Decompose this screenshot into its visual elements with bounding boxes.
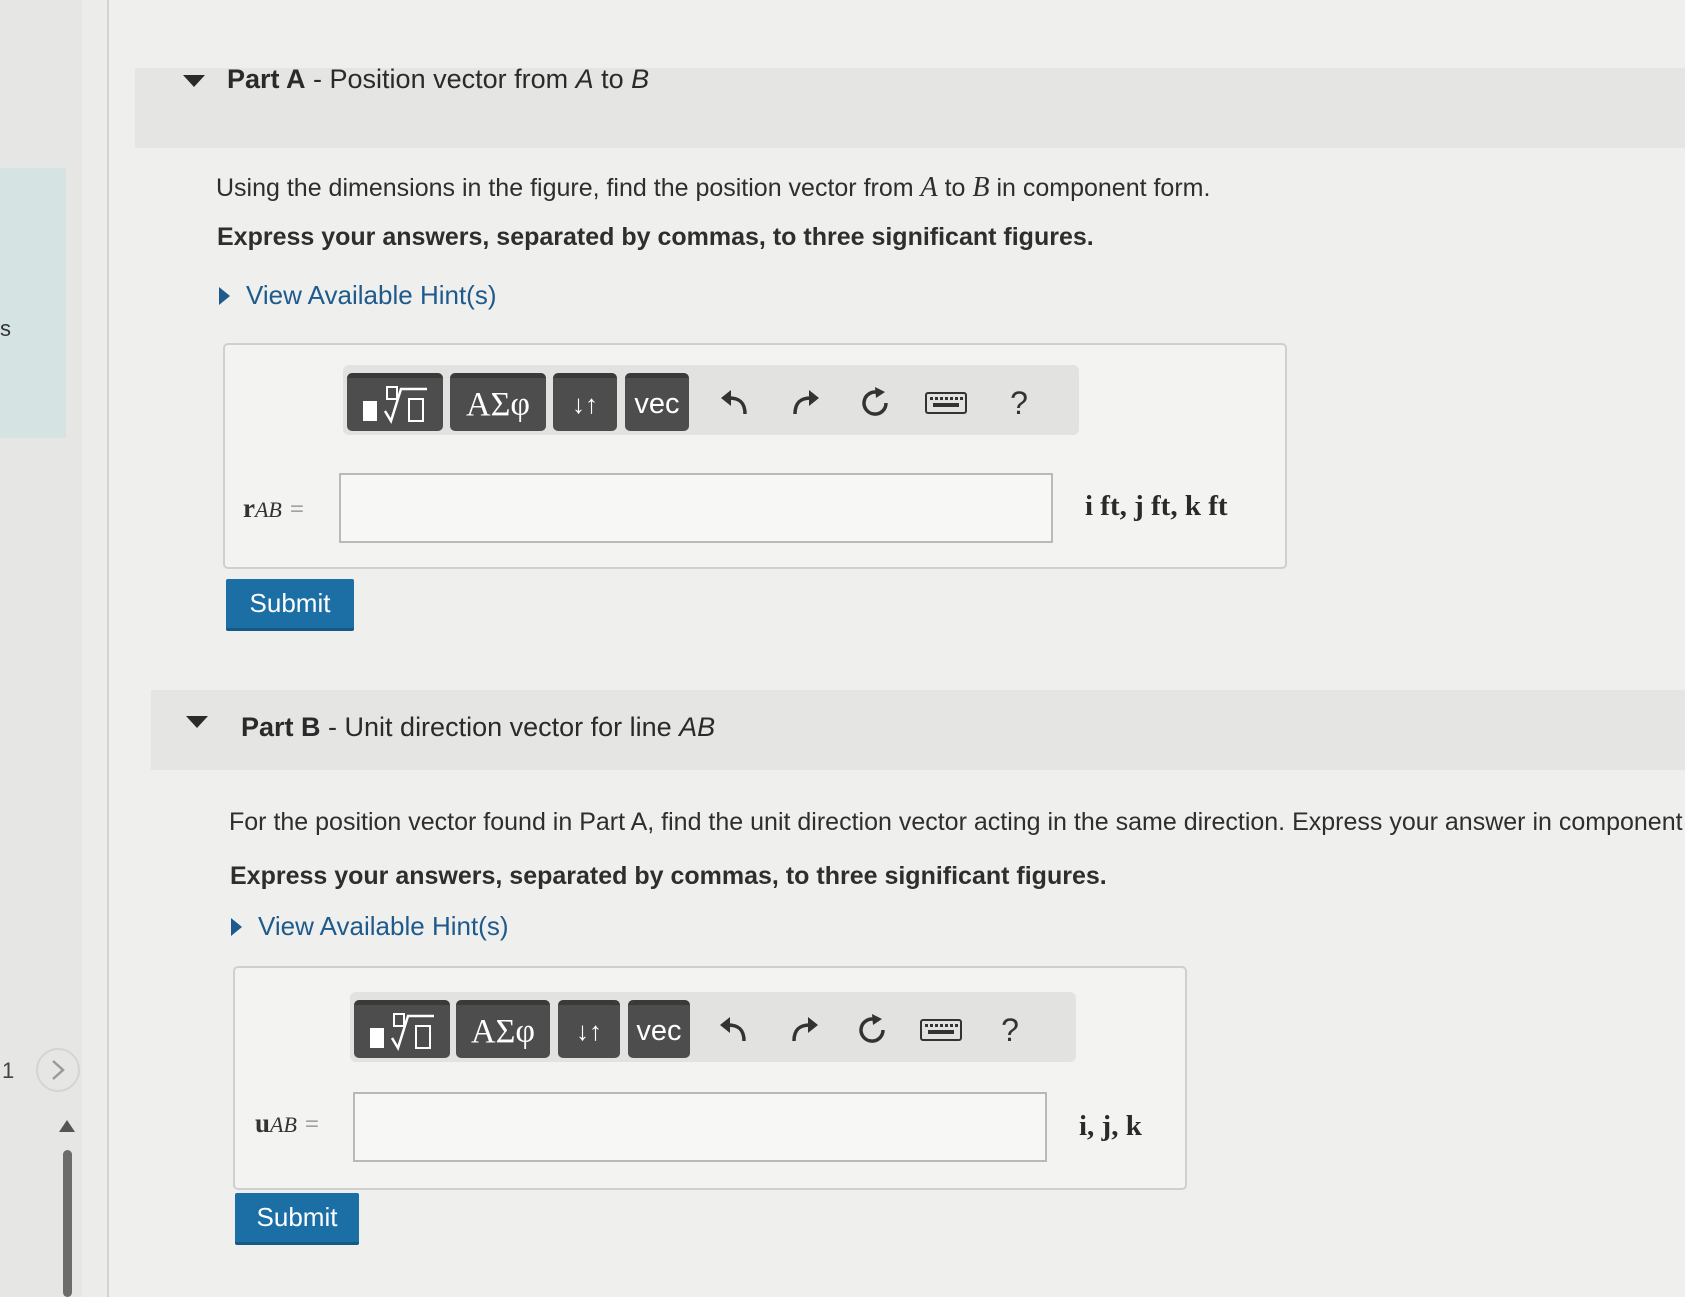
sidebar: s 1 bbox=[0, 0, 82, 1297]
part-a-units: i ft, j ft, k ft bbox=[1085, 490, 1228, 522]
expand-caret-icon bbox=[219, 286, 230, 305]
redo-icon[interactable] bbox=[782, 1008, 826, 1052]
part-b-header[interactable]: Part B - Unit direction vector for line … bbox=[151, 690, 1685, 770]
part-a-instructions: Express your answers, separated by comma… bbox=[217, 223, 1094, 251]
part-b-label: Part B bbox=[241, 712, 321, 742]
part-a-title: Part A - Position vector from A to B bbox=[227, 64, 650, 94]
part-b-instructions: Express your answers, separated by comma… bbox=[230, 862, 1107, 890]
collapse-caret-icon[interactable] bbox=[186, 716, 208, 728]
templates-icon bbox=[370, 1012, 434, 1051]
keyboard-icon[interactable] bbox=[921, 381, 971, 425]
part-b-submit-button[interactable]: Submit bbox=[235, 1193, 359, 1245]
part-a-prompt: Using the dimensions in the figure, find… bbox=[216, 172, 1211, 203]
subscript-superscript-button[interactable]: ↓↑ bbox=[558, 1000, 620, 1058]
vector-button[interactable]: vec bbox=[625, 373, 689, 431]
help-icon[interactable]: ? bbox=[988, 1008, 1032, 1052]
part-b-hint-link[interactable]: View Available Hint(s) bbox=[231, 911, 509, 942]
templates-button[interactable] bbox=[354, 1000, 450, 1058]
chevron-right-icon[interactable] bbox=[36, 1048, 80, 1092]
part-a-label: Part A bbox=[227, 64, 306, 94]
templates-icon bbox=[363, 385, 427, 424]
scrollbar-thumb[interactable] bbox=[63, 1150, 72, 1297]
sidebar-panel[interactable] bbox=[0, 168, 66, 438]
undo-icon[interactable] bbox=[712, 1008, 756, 1052]
templates-button[interactable] bbox=[347, 373, 443, 431]
sidebar-partial-label: s bbox=[0, 316, 11, 341]
collapse-caret-icon[interactable] bbox=[183, 75, 205, 87]
part-b-answer-box: ΑΣφ ↓↑ vec ? uAB = i, j, k bbox=[233, 966, 1187, 1190]
part-a-submit-button[interactable]: Submit bbox=[226, 579, 354, 631]
part-b-math-toolbar: ΑΣφ ↓↑ vec ? bbox=[350, 992, 1076, 1062]
greek-symbols-button[interactable]: ΑΣφ bbox=[456, 1000, 550, 1058]
part-b-title: Part B - Unit direction vector for line … bbox=[241, 712, 716, 742]
keyboard-icon[interactable] bbox=[916, 1008, 966, 1052]
part-a-variable-label: rAB = bbox=[243, 493, 304, 523]
greek-symbols-button[interactable]: ΑΣφ bbox=[450, 373, 546, 431]
main-content: Part A - Position vector from A to B Usi… bbox=[109, 0, 1685, 1297]
scroll-up-arrow-icon[interactable] bbox=[59, 1120, 75, 1132]
help-icon[interactable]: ? bbox=[997, 381, 1041, 425]
part-b-variable-label: uAB = bbox=[255, 1108, 320, 1138]
part-b-prompt: For the position vector found in Part A,… bbox=[229, 808, 1685, 836]
part-a-answer-input[interactable] bbox=[339, 473, 1053, 543]
expand-caret-icon bbox=[231, 917, 242, 936]
undo-icon[interactable] bbox=[713, 381, 757, 425]
part-a-hint-link[interactable]: View Available Hint(s) bbox=[219, 280, 497, 311]
part-a-header[interactable]: Part A - Position vector from A to B bbox=[135, 64, 1685, 148]
part-b-units: i, j, k bbox=[1079, 1110, 1142, 1142]
reset-icon[interactable] bbox=[853, 381, 897, 425]
part-b-answer-input[interactable] bbox=[353, 1092, 1047, 1162]
vector-button[interactable]: vec bbox=[628, 1000, 690, 1058]
subscript-superscript-button[interactable]: ↓↑ bbox=[553, 373, 617, 431]
page-number: 1 bbox=[2, 1058, 15, 1083]
part-a-answer-box: ΑΣφ ↓↑ vec ? rAB = i ft, j ft, k ft bbox=[223, 343, 1287, 569]
reset-icon[interactable] bbox=[850, 1008, 894, 1052]
part-a-math-toolbar: ΑΣφ ↓↑ vec ? bbox=[343, 365, 1079, 435]
redo-icon[interactable] bbox=[783, 381, 827, 425]
